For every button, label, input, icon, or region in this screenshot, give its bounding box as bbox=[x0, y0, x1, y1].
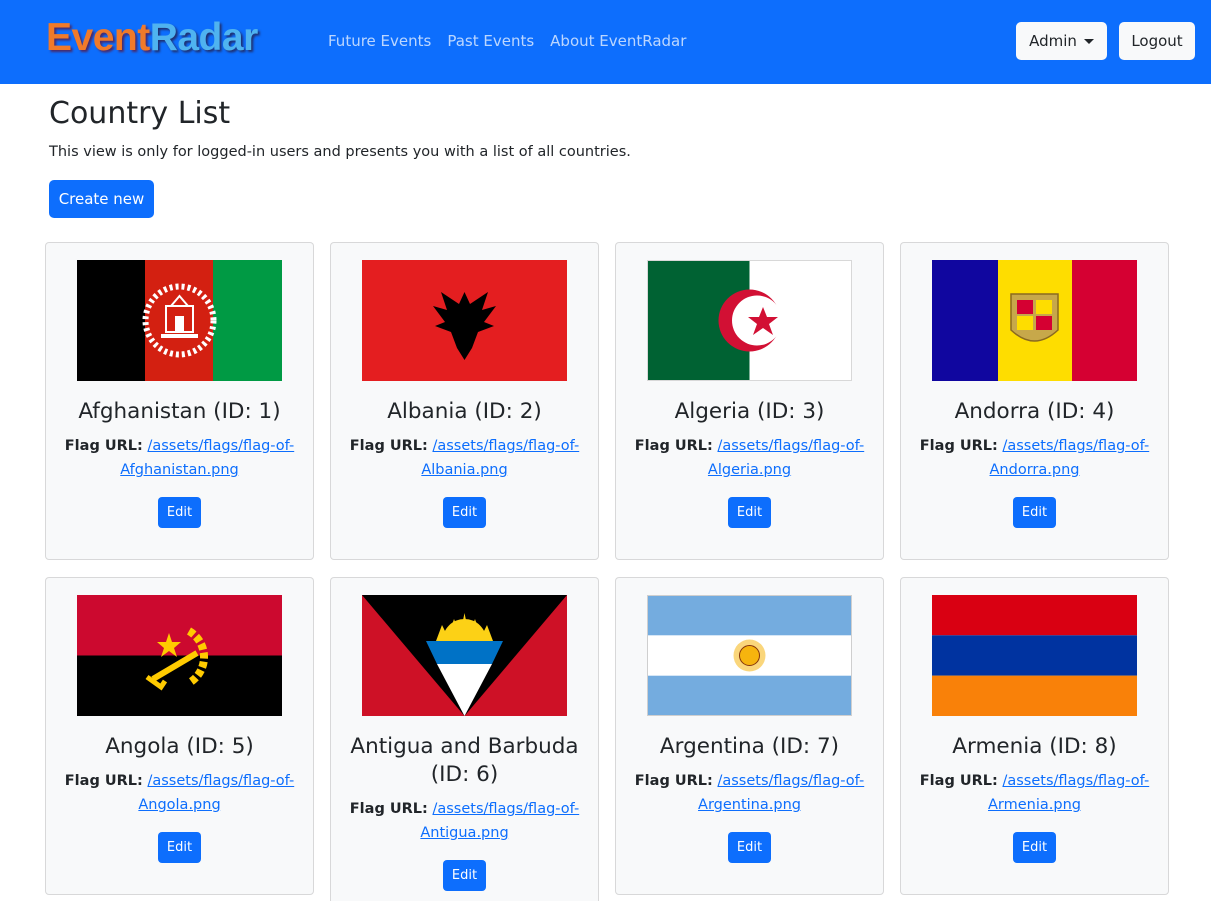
create-new-button[interactable]: Create new bbox=[49, 180, 154, 218]
flag-image-albania bbox=[362, 260, 567, 381]
country-card-algeria: Algeria (ID: 3) Flag URL: /assets/flags/… bbox=[615, 242, 884, 560]
flag-image-armenia bbox=[932, 595, 1137, 716]
brand-logo-part2: Radar bbox=[149, 16, 259, 59]
country-card-andorra: Andorra (ID: 4) Flag URL: /assets/flags/… bbox=[900, 242, 1169, 560]
flag-image-antigua bbox=[362, 595, 567, 716]
flag-url-label: Flag URL: bbox=[919, 773, 998, 789]
flag-url-link[interactable]: /assets/flags/flag-of- bbox=[1002, 773, 1149, 789]
country-title: Armenia (ID: 8) bbox=[952, 734, 1117, 759]
country-title-line1: Antigua and Barbuda bbox=[350, 734, 579, 759]
page-title: Country List bbox=[49, 96, 231, 131]
flag-image-algeria bbox=[647, 260, 852, 381]
logout-button[interactable]: Logout bbox=[1119, 22, 1195, 60]
flag-url-link-end[interactable]: Armenia.png bbox=[988, 797, 1081, 813]
edit-button[interactable]: Edit bbox=[1013, 497, 1056, 528]
flag-url-link[interactable]: /assets/flags/flag-of- bbox=[717, 438, 864, 454]
flag-url-label: Flag URL: bbox=[634, 773, 713, 789]
flag-url-link[interactable]: /assets/flags/flag-of- bbox=[432, 438, 579, 454]
flag-url-link-end[interactable]: Argentina.png bbox=[698, 797, 801, 813]
country-title: Antigua and Barbuda (ID: 6) bbox=[331, 733, 598, 789]
edit-button[interactable]: Edit bbox=[443, 860, 486, 891]
flag-url-link-end[interactable]: Albania.png bbox=[421, 462, 507, 478]
edit-button[interactable]: Edit bbox=[728, 497, 771, 528]
flag-url-link[interactable]: /assets/flags/flag-of- bbox=[147, 773, 294, 789]
country-title: Algeria (ID: 3) bbox=[674, 399, 825, 424]
nav-future-events[interactable]: Future Events bbox=[328, 32, 431, 50]
country-title: Andorra (ID: 4) bbox=[954, 399, 1115, 424]
brand-logo[interactable]: EventRadar bbox=[46, 16, 258, 60]
flag-url-text: Flag URL: /assets/flags/flag-of- Argenti… bbox=[630, 769, 869, 817]
edit-button[interactable]: Edit bbox=[443, 497, 486, 528]
flag-url-label: Flag URL: bbox=[919, 438, 998, 454]
flag-url-link[interactable]: /assets/flags/flag-of- bbox=[147, 438, 294, 454]
edit-button[interactable]: Edit bbox=[728, 832, 771, 863]
page-description: This view is only for logged-in users an… bbox=[49, 144, 631, 160]
caret-down-icon bbox=[1083, 38, 1094, 44]
flag-url-link[interactable]: /assets/flags/flag-of- bbox=[1002, 438, 1149, 454]
country-card-angola: Angola (ID: 5) Flag URL: /assets/flags/f… bbox=[45, 577, 314, 895]
country-title-line2: (ID: 6) bbox=[430, 762, 499, 787]
flag-url-text: Flag URL: /assets/flags/flag-of- Antigua… bbox=[345, 797, 584, 845]
top-navbar: EventRadar Future Events Past Events Abo… bbox=[0, 0, 1211, 84]
flag-url-text: Flag URL: /assets/flags/flag-of- Afghani… bbox=[60, 434, 299, 482]
country-title: Argentina (ID: 7) bbox=[659, 734, 840, 759]
nav-about[interactable]: About EventRadar bbox=[550, 32, 686, 50]
flag-url-link[interactable]: /assets/flags/flag-of- bbox=[717, 773, 864, 789]
brand-logo-part1: Event bbox=[46, 16, 150, 59]
flag-url-link[interactable]: /assets/flags/flag-of- bbox=[432, 801, 579, 817]
nav-links: Future Events Past Events About EventRad… bbox=[320, 32, 694, 50]
flag-image-andorra bbox=[932, 260, 1137, 381]
flag-image-angola bbox=[77, 595, 282, 716]
country-title: Angola (ID: 5) bbox=[105, 734, 254, 759]
country-card-argentina: Argentina (ID: 7) Flag URL: /assets/flag… bbox=[615, 577, 884, 895]
country-card-armenia: Armenia (ID: 8) Flag URL: /assets/flags/… bbox=[900, 577, 1169, 895]
country-card-albania: Albania (ID: 2) Flag URL: /assets/flags/… bbox=[330, 242, 599, 560]
country-title: Albania (ID: 2) bbox=[387, 399, 542, 424]
flag-url-link-end[interactable]: Andorra.png bbox=[990, 462, 1080, 478]
nav-past-events[interactable]: Past Events bbox=[447, 32, 534, 50]
flag-url-label: Flag URL: bbox=[64, 438, 143, 454]
flag-url-text: Flag URL: /assets/flags/flag-of- Andorra… bbox=[915, 434, 1154, 482]
flag-url-label: Flag URL: bbox=[64, 773, 143, 789]
flag-url-link-end[interactable]: Angola.png bbox=[138, 797, 220, 813]
flag-image-argentina bbox=[647, 595, 852, 716]
flag-url-text: Flag URL: /assets/flags/flag-of- Albania… bbox=[345, 434, 584, 482]
flag-url-label: Flag URL: bbox=[634, 438, 713, 454]
flag-url-text: Flag URL: /assets/flags/flag-of- Algeria… bbox=[630, 434, 869, 482]
flag-image-afghanistan bbox=[77, 260, 282, 381]
flag-url-link-end[interactable]: Afghanistan.png bbox=[120, 462, 239, 478]
flag-url-link-end[interactable]: Antigua.png bbox=[420, 825, 508, 841]
flag-url-text: Flag URL: /assets/flags/flag-of- Angola.… bbox=[60, 769, 299, 817]
flag-url-text: Flag URL: /assets/flags/flag-of- Armenia… bbox=[915, 769, 1154, 817]
admin-label: Admin bbox=[1029, 32, 1077, 50]
flag-url-link-end[interactable]: Algeria.png bbox=[708, 462, 791, 478]
edit-button[interactable]: Edit bbox=[158, 497, 201, 528]
edit-button[interactable]: Edit bbox=[1013, 832, 1056, 863]
flag-url-label: Flag URL: bbox=[349, 438, 428, 454]
country-title: Afghanistan (ID: 1) bbox=[78, 399, 281, 424]
flag-url-label: Flag URL: bbox=[349, 801, 428, 817]
edit-button[interactable]: Edit bbox=[158, 832, 201, 863]
country-card-antigua-and-barbuda: Antigua and Barbuda (ID: 6) Flag URL: /a… bbox=[330, 577, 599, 901]
country-card-afghanistan: Afghanistan (ID: 1) Flag URL: /assets/fl… bbox=[45, 242, 314, 560]
admin-dropdown-button[interactable]: Admin bbox=[1016, 22, 1107, 60]
